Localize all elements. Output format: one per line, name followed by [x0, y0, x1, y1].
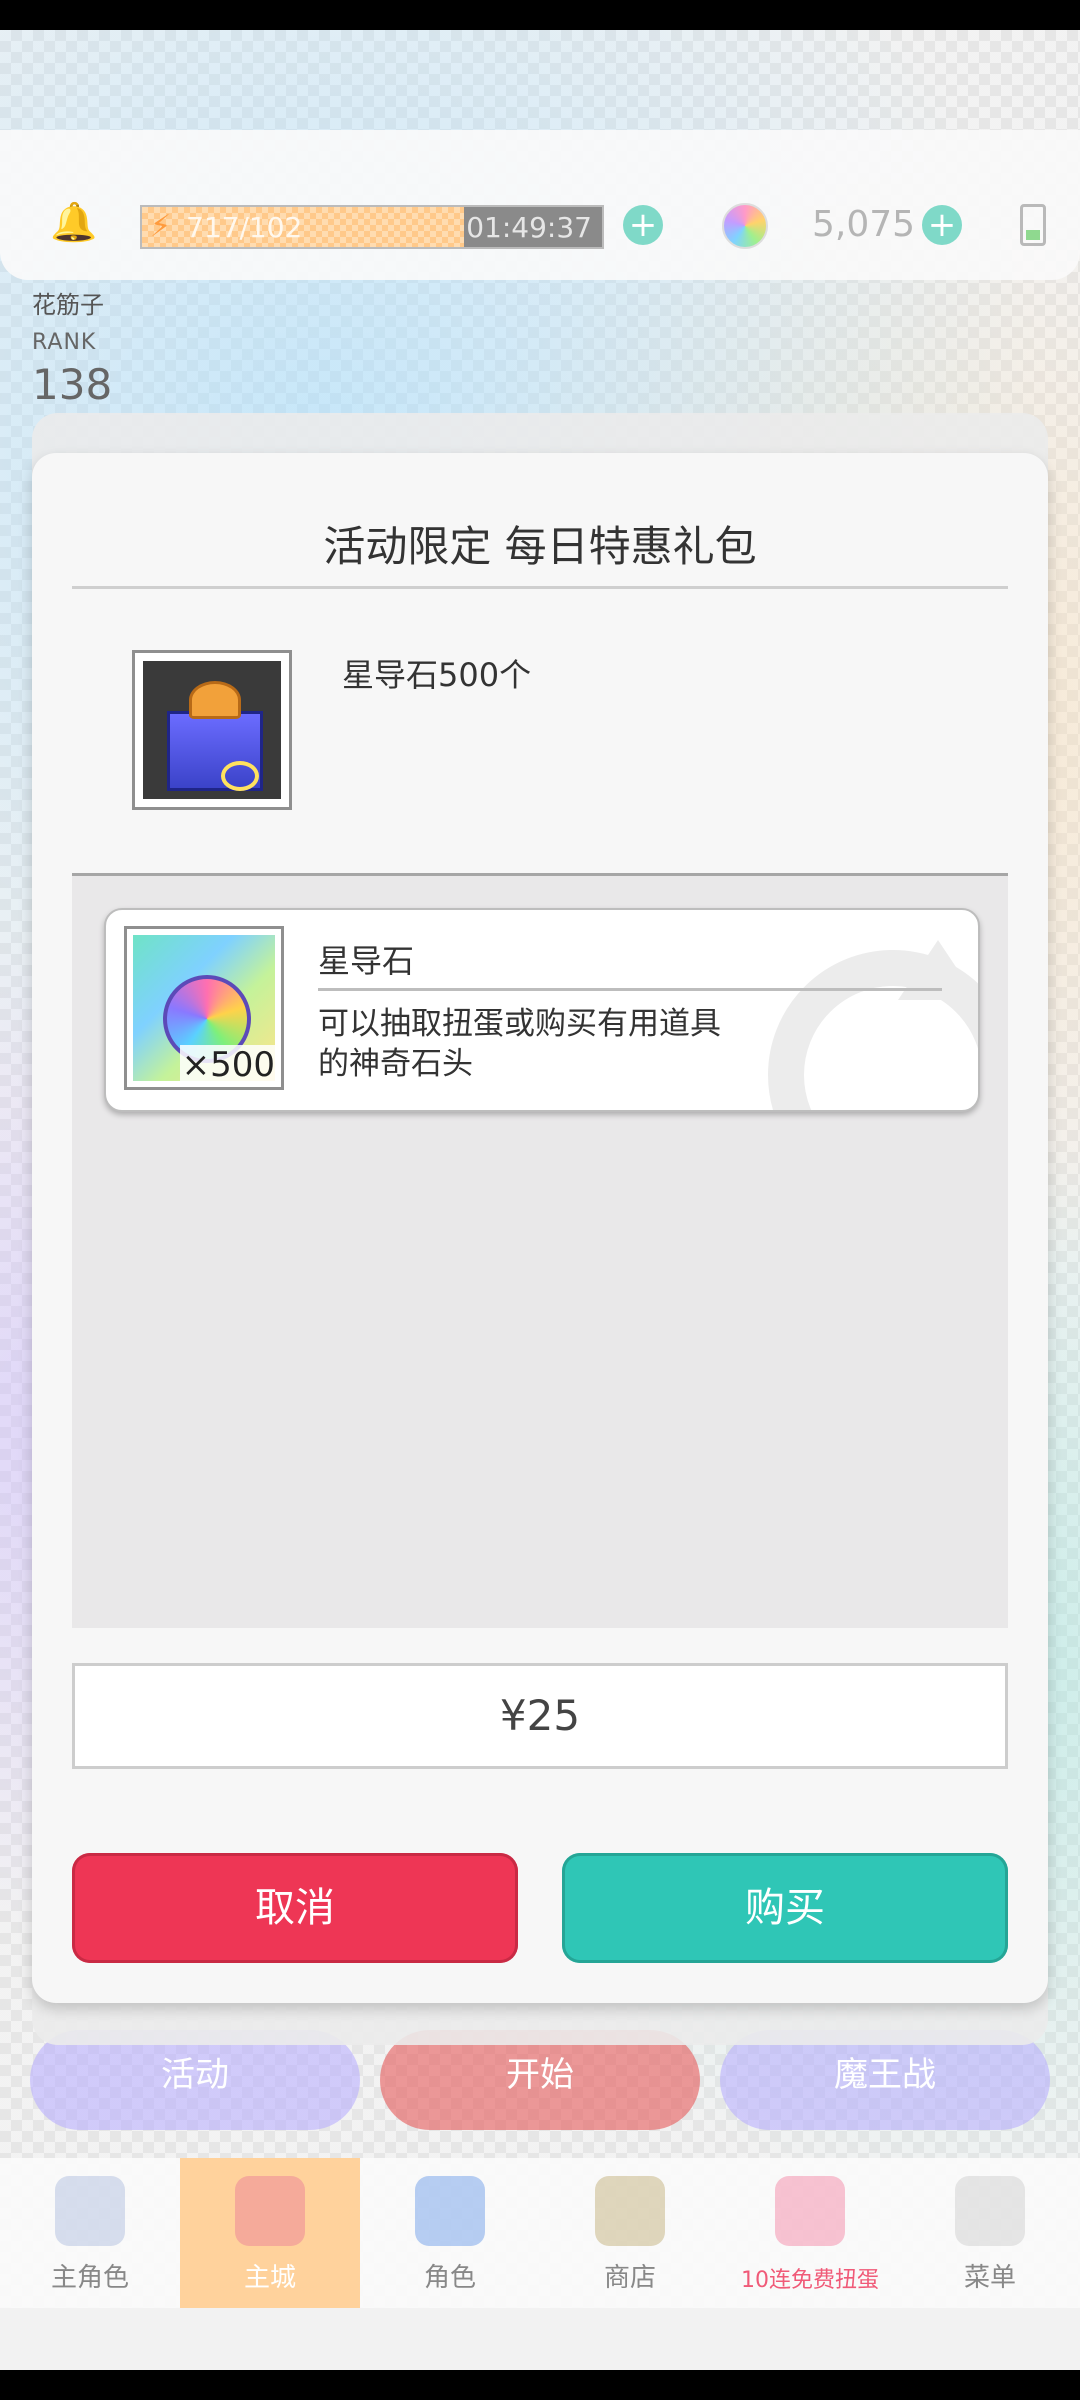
item-quantity: ×500	[179, 1045, 277, 1085]
home-icon	[235, 2176, 305, 2246]
list-item: ×500 星导石 可以抽取扭蛋或购买有用道具的神奇石头	[104, 908, 980, 1112]
rank-label: RANK	[32, 330, 97, 355]
item-list: ×500 星导石 可以抽取扭蛋或购买有用道具的神奇石头	[72, 873, 1008, 1628]
stamina-bar: ⚡ 717/102 01:49:37	[140, 205, 604, 249]
lightning-icon: ⚡	[150, 209, 172, 244]
price-display: ¥25	[72, 1663, 1008, 1769]
watermark-emblem	[768, 950, 978, 1110]
bell-icon[interactable]: 🔔	[50, 200, 97, 245]
nav-label: 商店	[603, 2263, 656, 2293]
nav-label: 10连免费扭蛋	[741, 2268, 879, 2293]
hero-icon	[55, 2176, 125, 2246]
divider	[318, 988, 942, 991]
game-screen: 🔔 ⚡ 717/102 01:49:37 + 5,075 + 花筋子 RANK …	[0, 30, 1080, 2370]
nav-label: 主角色	[50, 2263, 129, 2293]
stamina-value: 717/102	[186, 211, 303, 244]
add-gems-button[interactable]: +	[922, 205, 962, 245]
menu-icon	[955, 2176, 1025, 2246]
nav-label: 菜单	[963, 2263, 1016, 2293]
nav-item-home[interactable]: 主城	[180, 2158, 360, 2308]
item-description: 可以抽取扭蛋或购买有用道具的神奇石头	[318, 1006, 721, 1082]
nav-item-character[interactable]: 角色	[360, 2158, 540, 2308]
item-name: 星导石	[318, 942, 415, 980]
gift-pack-icon	[132, 650, 292, 810]
home-action-buttons: 活动 开始 魔王战	[0, 2030, 1080, 2140]
cancel-button[interactable]: 取消	[72, 1853, 518, 1963]
divider	[72, 586, 1008, 589]
add-stamina-button[interactable]: +	[623, 205, 663, 245]
rank-value: 138	[32, 360, 113, 409]
event-button[interactable]: 活动	[30, 2030, 360, 2130]
gem-count: 5,075	[812, 204, 916, 245]
dialog-title: 活动限定 每日特惠礼包	[323, 522, 757, 571]
buy-button[interactable]: 购买	[562, 1853, 1008, 1963]
nav-item-gacha[interactable]: 10连免费扭蛋	[720, 2158, 900, 2308]
gem-icon	[722, 203, 768, 249]
boss-battle-button[interactable]: 魔王战	[720, 2030, 1050, 2130]
battery-icon	[1020, 204, 1046, 246]
bottom-navigation: 主角色 主城 角色 商店 10连免费扭蛋 菜单	[0, 2158, 1080, 2308]
nav-label: 角色	[423, 2263, 476, 2293]
nav-item-menu[interactable]: 菜单	[900, 2158, 1080, 2308]
pack-description: 星导石500个	[342, 656, 532, 694]
star-stone-icon: ×500	[124, 926, 284, 1090]
gacha-icon	[775, 2176, 845, 2246]
top-status-bar: 🔔 ⚡ 717/102 01:49:37 + 5,075 +	[0, 130, 1080, 280]
nav-item-hero[interactable]: 主角色	[0, 2158, 180, 2308]
system-navigation-bar	[0, 2308, 1080, 2370]
shop-icon	[595, 2176, 665, 2246]
nav-label: 主城	[243, 2263, 296, 2293]
character-icon	[415, 2176, 485, 2246]
nav-item-shop[interactable]: 商店	[540, 2158, 720, 2308]
player-name: 花筋子	[32, 291, 104, 319]
stamina-timer: 01:49:37	[466, 211, 592, 244]
purchase-dialog: 活动限定 每日特惠礼包 星导石500个 ×500 星导石 可以抽取扭蛋或购买有用…	[32, 453, 1048, 2003]
start-button[interactable]: 开始	[380, 2030, 700, 2130]
